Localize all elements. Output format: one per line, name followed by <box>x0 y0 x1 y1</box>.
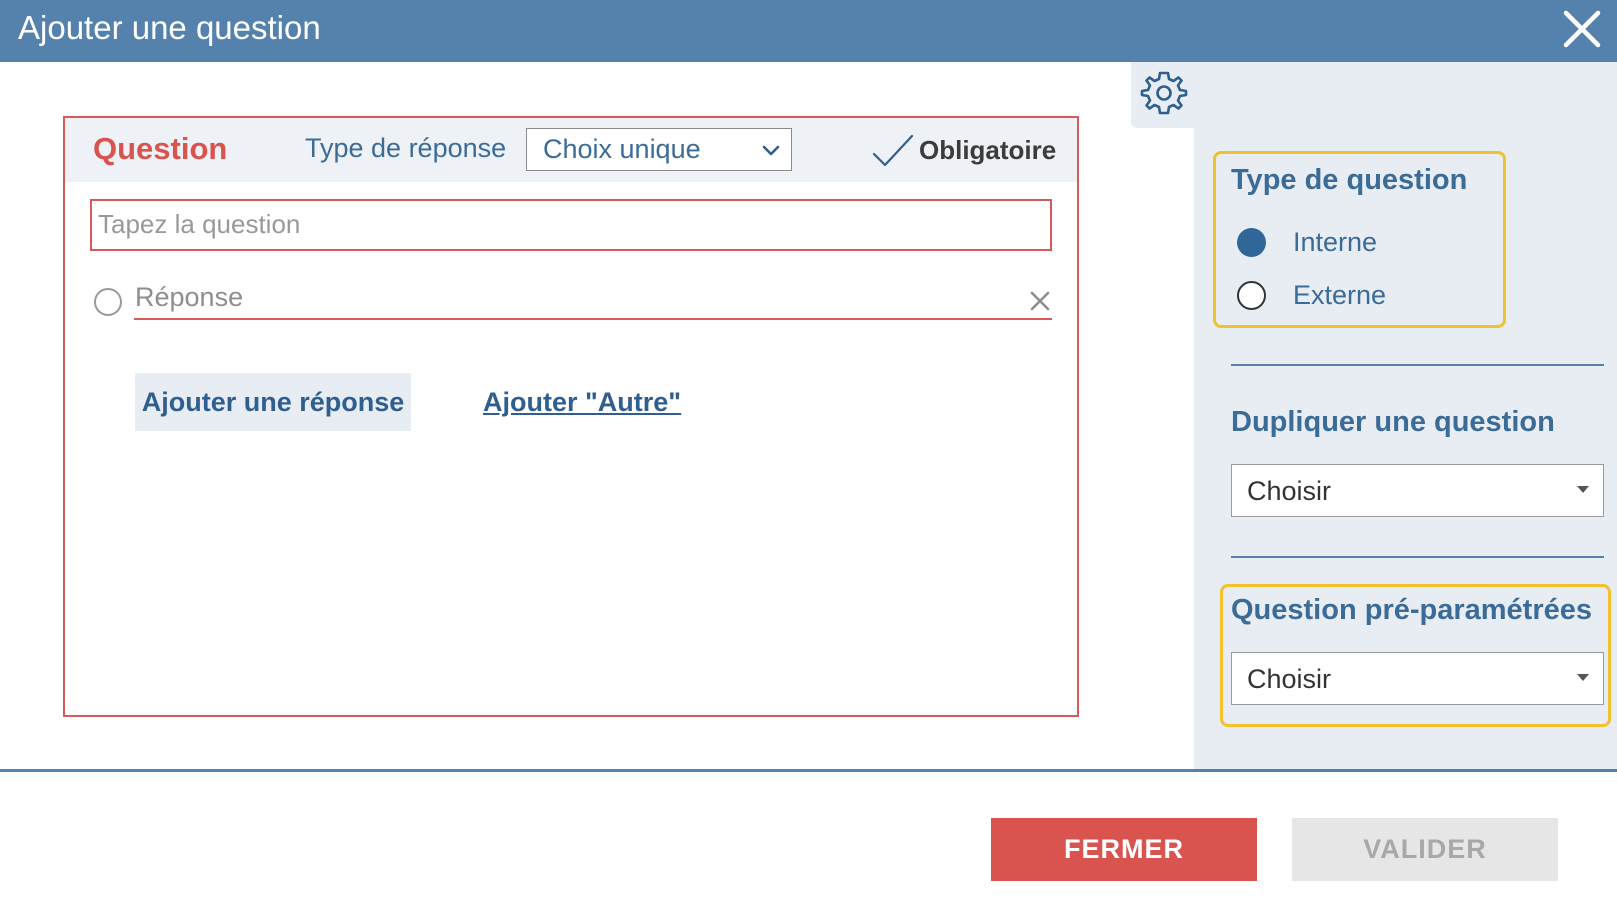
preset-question-title: Question pré-paramétrées <box>1231 594 1593 626</box>
question-card: Question Type de réponse Choix unique Ob… <box>63 116 1079 717</box>
caret-down-icon <box>1577 674 1589 681</box>
question-type-title: Type de question <box>1231 164 1468 196</box>
duplicate-select-value: Choisir <box>1247 476 1332 506</box>
question-label: Question <box>93 131 228 166</box>
required-label[interactable]: Obligatoire <box>919 135 1056 166</box>
preset-select-value: Choisir <box>1247 664 1332 694</box>
close-icon[interactable] <box>1557 4 1607 54</box>
divider <box>1231 364 1604 366</box>
question-input[interactable]: Tapez la question <box>90 199 1052 251</box>
caret-down-icon <box>1577 486 1589 493</box>
radio-externe[interactable] <box>1237 281 1266 310</box>
add-other-link[interactable]: Ajouter "Autre" <box>483 387 681 418</box>
answer-type-label: Type de réponse <box>305 133 507 163</box>
duplicate-question-select[interactable]: Choisir <box>1231 464 1604 517</box>
answer-radio <box>94 288 122 316</box>
duplicate-question-title: Dupliquer une question <box>1231 406 1555 438</box>
divider <box>1231 556 1604 558</box>
radio-externe-label[interactable]: Externe <box>1293 280 1386 311</box>
answer-input[interactable]: Réponse <box>135 282 243 313</box>
answer-type-value: Choix unique <box>543 134 701 164</box>
validate-button[interactable]: VALIDER <box>1292 818 1558 881</box>
settings-tab[interactable] <box>1131 62 1195 128</box>
checkmark-icon[interactable] <box>871 132 915 170</box>
question-card-header: Question Type de réponse Choix unique Ob… <box>65 118 1077 182</box>
radio-interne-label[interactable]: Interne <box>1293 227 1377 258</box>
chevron-down-icon <box>762 145 780 156</box>
answer-type-select[interactable]: Choix unique <box>526 128 792 171</box>
radio-interne[interactable] <box>1237 228 1266 257</box>
close-icon[interactable] <box>1029 290 1051 312</box>
preset-question-select[interactable]: Choisir <box>1231 652 1604 705</box>
answer-underline <box>134 318 1052 320</box>
dialog-title: Ajouter une question <box>18 9 321 46</box>
add-answer-button[interactable]: Ajouter une réponse <box>135 373 411 431</box>
close-button[interactable]: FERMER <box>991 818 1257 881</box>
dialog-header: Ajouter une question <box>0 0 1617 62</box>
gear-icon <box>1140 71 1188 115</box>
footer-divider <box>0 769 1617 772</box>
